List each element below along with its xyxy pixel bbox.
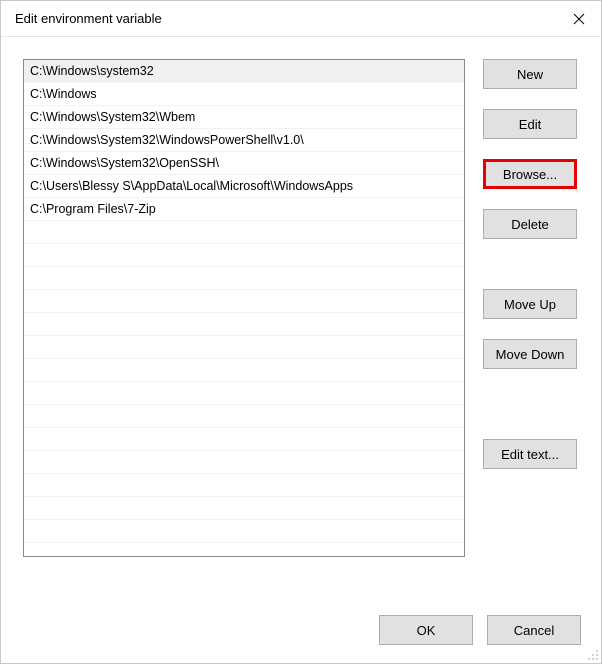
delete-button[interactable]: Delete [483,209,577,239]
move-up-button[interactable]: Move Up [483,289,577,319]
close-icon [573,13,585,25]
new-button[interactable]: New [483,59,577,89]
footer: OK Cancel [1,615,601,663]
ok-button[interactable]: OK [379,615,473,645]
list-item [24,382,464,405]
browse-button[interactable]: Browse... [483,159,577,189]
list-item[interactable]: C:\Program Files\7-Zip [24,198,464,221]
list-item [24,428,464,451]
content-area: C:\Windows\system32C:\WindowsC:\Windows\… [1,37,601,615]
move-down-button[interactable]: Move Down [483,339,577,369]
list-item [24,313,464,336]
list-item [24,520,464,543]
list-item[interactable]: C:\Users\Blessy S\AppData\Local\Microsof… [24,175,464,198]
list-item[interactable]: C:\Windows [24,83,464,106]
list-item[interactable]: C:\Windows\system32 [24,60,464,83]
spacer [483,259,581,289]
button-column: New Edit Browse... Delete Move Up Move D… [483,59,581,615]
list-item [24,359,464,382]
edit-text-button[interactable]: Edit text... [483,439,577,469]
list-item [24,221,464,244]
path-listbox[interactable]: C:\Windows\system32C:\WindowsC:\Windows\… [23,59,465,557]
list-item [24,451,464,474]
list-item [24,290,464,313]
list-item [24,405,464,428]
list-item[interactable]: C:\Windows\System32\OpenSSH\ [24,152,464,175]
dialog-title: Edit environment variable [15,11,162,26]
cancel-button[interactable]: Cancel [487,615,581,645]
list-item [24,244,464,267]
close-button[interactable] [556,1,601,37]
edit-button[interactable]: Edit [483,109,577,139]
list-item[interactable]: C:\Windows\System32\Wbem [24,106,464,129]
resize-grip-icon[interactable] [585,647,599,661]
list-item[interactable]: C:\Windows\System32\WindowsPowerShell\v1… [24,129,464,152]
edit-env-var-dialog: Edit environment variable C:\Windows\sys… [0,0,602,664]
list-item [24,336,464,359]
spacer [483,389,581,439]
list-item [24,474,464,497]
list-item [24,497,464,520]
list-item [24,267,464,290]
titlebar: Edit environment variable [1,1,601,37]
